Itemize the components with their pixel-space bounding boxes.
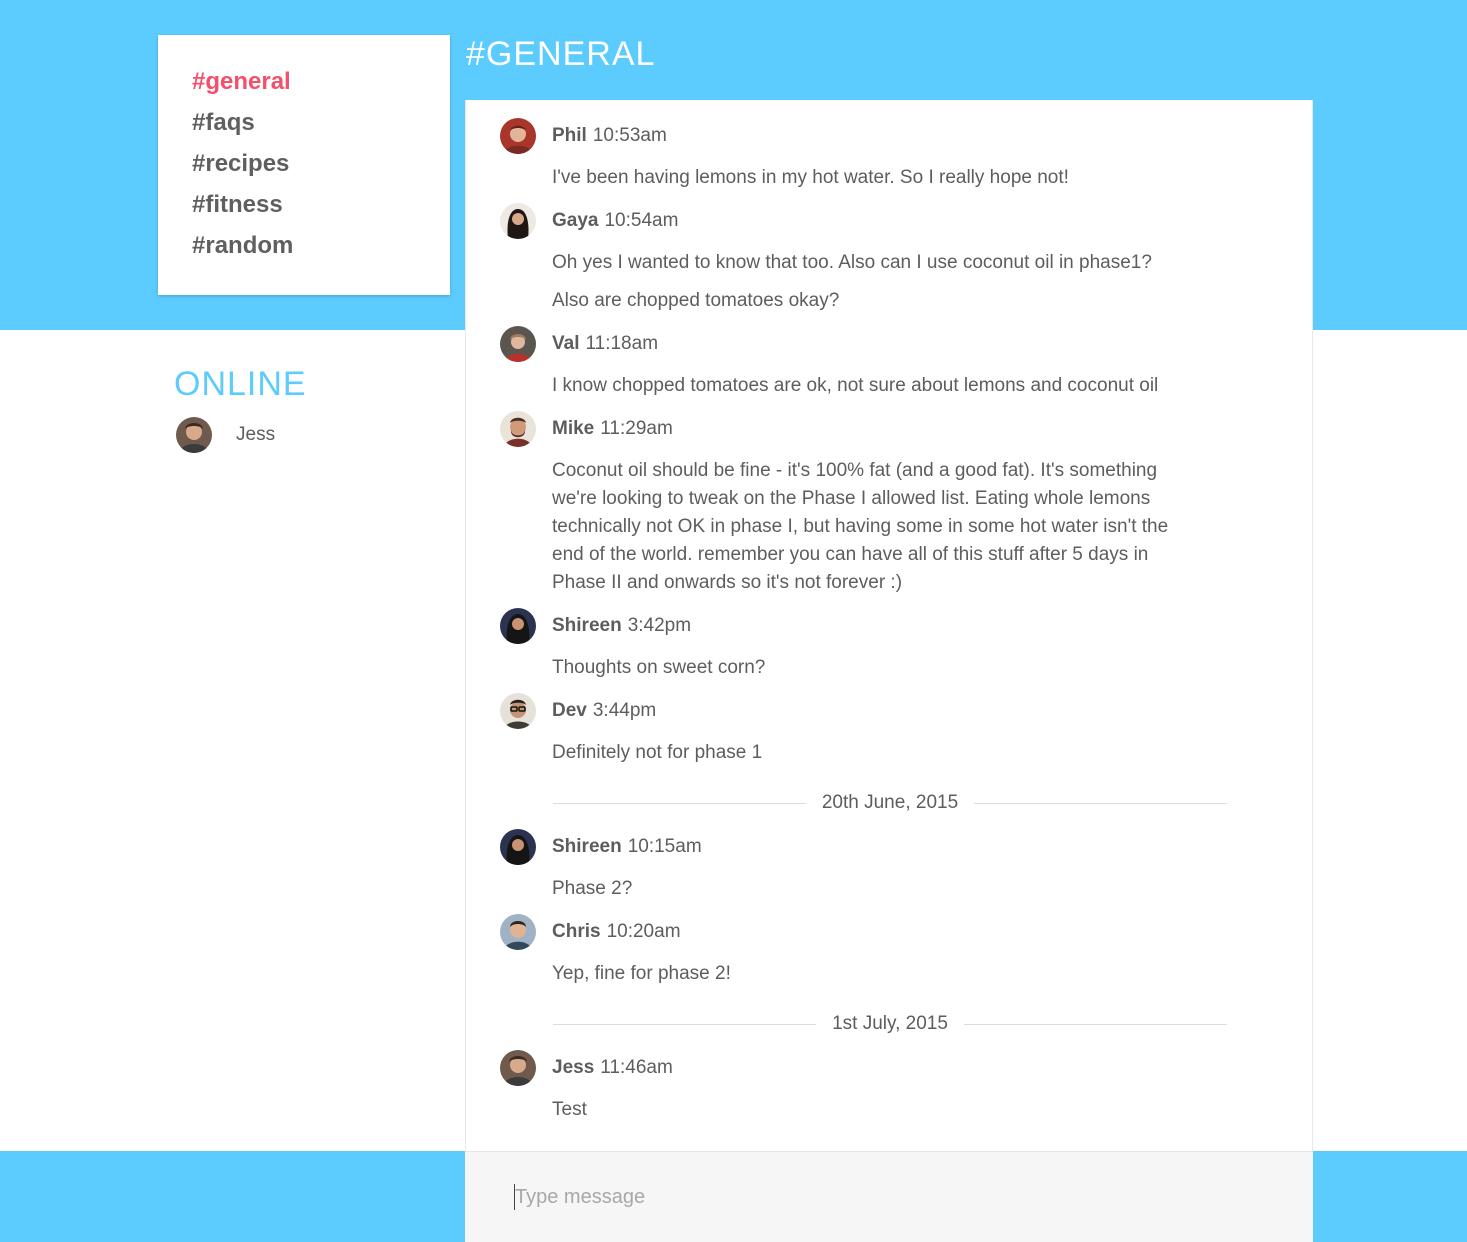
message-text: technically not OK in phase I, but havin…: [552, 516, 1169, 537]
message-time: 10:20am: [606, 921, 681, 942]
text-caret: [514, 1184, 515, 1210]
date-divider-label: 20th June, 2015: [821, 792, 959, 813]
user-avatar-icon[interactable]: [500, 203, 536, 239]
message-author[interactable]: Val: [552, 333, 579, 355]
message-item: Val 11:18am I know chopped tomatoes are …: [500, 326, 1240, 400]
channel-item-recipes[interactable]: #recipes: [192, 147, 450, 188]
date-divider: 1st July, 2015: [553, 1012, 1228, 1036]
user-avatar-icon[interactable]: [500, 411, 536, 447]
message-time: 10:15am: [627, 836, 702, 857]
message-item: Shireen 10:15am Phase 2?: [500, 829, 1240, 903]
message-text: Oh yes I wanted to know that too. Also c…: [552, 252, 1152, 273]
message-item: Gaya 10:54am Oh yes I wanted to know tha…: [500, 203, 1240, 315]
message-author[interactable]: Dev: [552, 700, 587, 722]
channel-item-faqs[interactable]: #faqs: [192, 106, 450, 147]
message-input[interactable]: [515, 1180, 1255, 1214]
channel-item-random[interactable]: #random: [192, 229, 450, 270]
message-author[interactable]: Shireen: [552, 615, 622, 637]
message-item: Mike 11:29am Coconut oil should be fine …: [500, 411, 1240, 597]
message-time: 3:42pm: [627, 615, 692, 636]
message-author[interactable]: Phil: [552, 125, 587, 147]
message-author[interactable]: Gaya: [552, 210, 598, 232]
channel-item-general[interactable]: #general: [192, 65, 450, 106]
message-text: Phase II and onwards so it's not forever…: [552, 572, 903, 593]
message-author[interactable]: Chris: [552, 921, 601, 943]
user-avatar-icon[interactable]: [500, 608, 536, 644]
message-text: we're looking to tweak on the Phase I al…: [552, 488, 1151, 509]
message-text: Test: [552, 1099, 587, 1120]
message-author[interactable]: Mike: [552, 418, 594, 440]
message-item: Phil 10:53am I've been having lemons in …: [500, 118, 1240, 192]
page-title: #GENERAL: [466, 35, 656, 73]
online-title: ONLINE: [174, 365, 307, 403]
message-time: 11:29am: [600, 418, 673, 439]
message-time: 10:53am: [592, 125, 667, 146]
user-avatar-icon[interactable]: [500, 118, 536, 154]
message-text: I know chopped tomatoes are ok, not sure…: [552, 375, 1159, 396]
message-text: Phase 2?: [552, 878, 633, 899]
message-item: Chris 10:20am Yep, fine for phase 2!: [500, 914, 1240, 988]
message-text: Definitely not for phase 1: [552, 742, 763, 763]
message-text: Thoughts on sweet corn?: [552, 657, 766, 678]
online-user-name: Jess: [236, 424, 276, 445]
user-avatar-icon[interactable]: [500, 1050, 536, 1086]
user-avatar-icon[interactable]: [500, 914, 536, 950]
message-item: Shireen 3:42pm Thoughts on sweet corn?: [500, 608, 1240, 682]
message-time: 11:18am: [585, 333, 659, 354]
channel-list: #general #faqs #recipes #fitness #random: [158, 35, 450, 295]
message-list[interactable]: Phil 10:53am I've been having lemons in …: [465, 100, 1313, 1151]
message-time: 11:46am: [600, 1057, 673, 1078]
message-author[interactable]: Jess: [552, 1057, 594, 1079]
message-item: Jess 11:46am Test: [500, 1050, 1240, 1124]
message-text: Coconut oil should be fine - it's 100% f…: [552, 460, 1158, 481]
user-avatar-icon[interactable]: [500, 829, 536, 865]
user-avatar-icon: [176, 417, 212, 453]
message-time: 3:44pm: [592, 700, 657, 721]
user-avatar-icon[interactable]: [500, 326, 536, 362]
message-text: end of the world. remember you can have …: [552, 544, 1149, 565]
message-item: Dev 3:44pm Definitely not for phase 1: [500, 693, 1240, 767]
message-composer: [465, 1151, 1313, 1242]
date-divider-label: 1st July, 2015: [832, 1013, 948, 1034]
message-text: Yep, fine for phase 2!: [552, 963, 731, 984]
message-author[interactable]: Shireen: [552, 836, 622, 858]
user-avatar-icon[interactable]: [500, 693, 536, 729]
channel-item-fitness[interactable]: #fitness: [192, 188, 450, 229]
message-text: Also are chopped tomatoes okay?: [552, 290, 840, 311]
date-divider: 20th June, 2015: [553, 791, 1228, 815]
message-time: 10:54am: [604, 210, 679, 231]
online-user-item[interactable]: Jess: [176, 417, 275, 453]
message-text: I've been having lemons in my hot water.…: [552, 167, 1069, 188]
